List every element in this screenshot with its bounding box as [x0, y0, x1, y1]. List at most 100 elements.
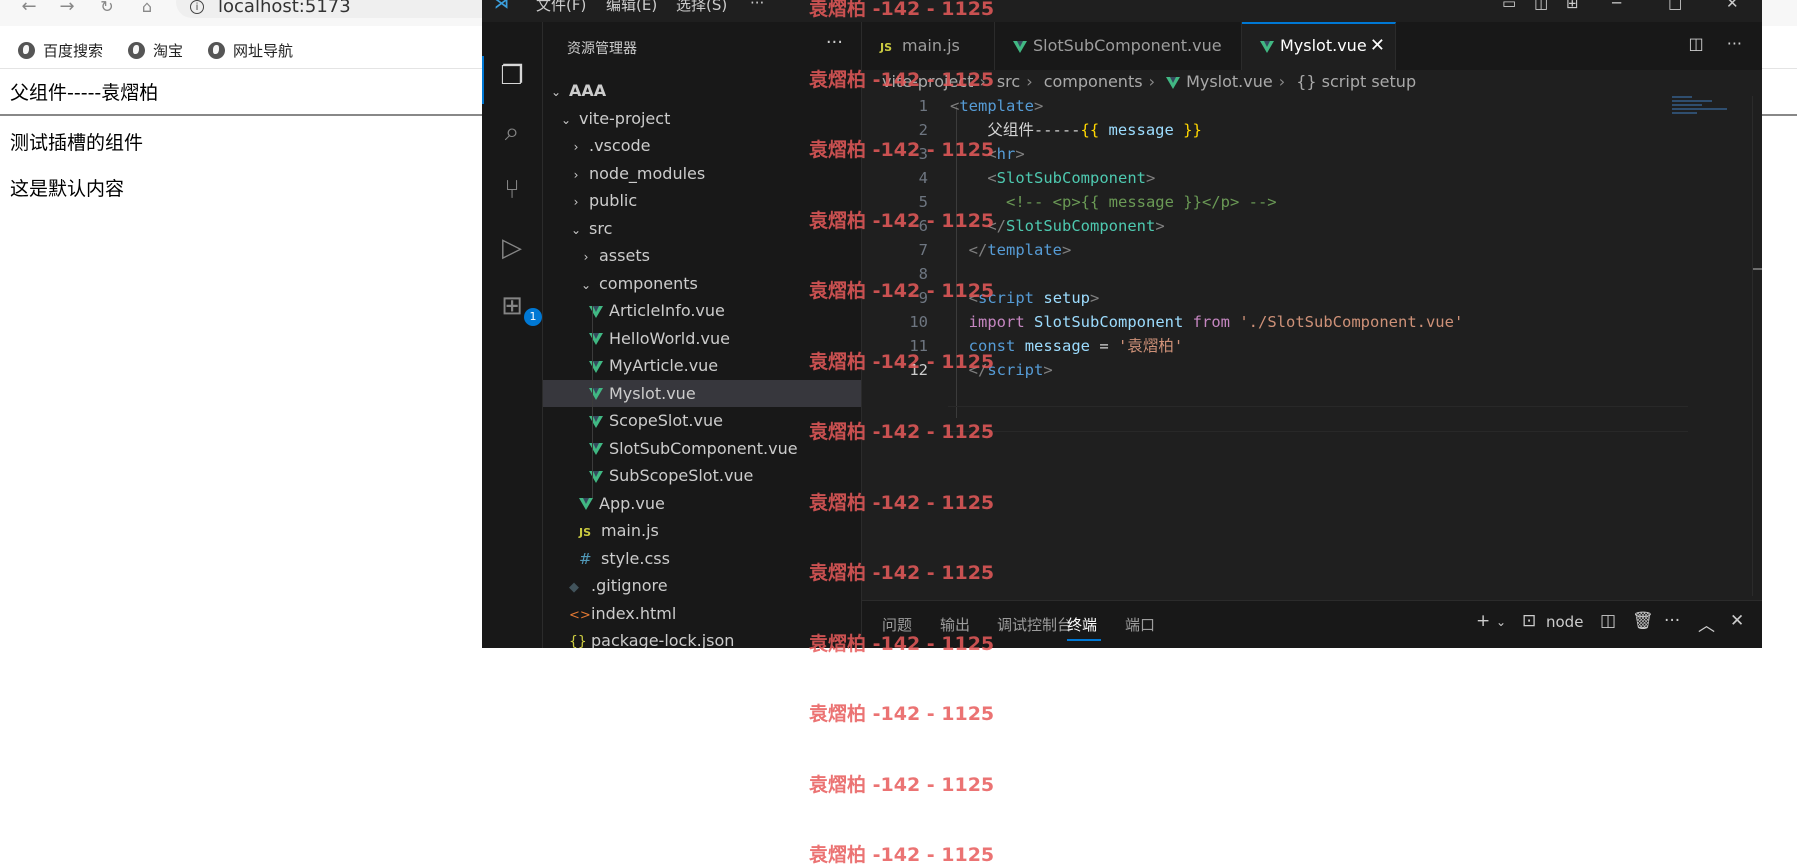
- maximize-icon[interactable]: □: [1668, 0, 1682, 12]
- panel-tab-terminal[interactable]: 终端: [1067, 614, 1097, 635]
- slot-title-text: 测试插槽的组件: [10, 132, 144, 154]
- close-panel-icon[interactable]: ✕: [1730, 611, 1744, 631]
- new-terminal-icon[interactable]: +: [1476, 611, 1490, 631]
- breadcrumb-item[interactable]: Myslot.vue: [1186, 72, 1273, 91]
- search-icon[interactable]: ⌕: [494, 114, 530, 150]
- code-text: </template>: [968, 241, 1072, 259]
- bookmark-nav[interactable]: 网址导航: [208, 40, 293, 61]
- address-bar[interactable]: i localhost:5173: [176, 0, 526, 18]
- info-icon[interactable]: i: [190, 0, 204, 14]
- close-window-icon[interactable]: ✕: [1726, 0, 1739, 12]
- watermark-text: 袁熠柏 -142 - 1125: [809, 139, 995, 161]
- panel-tab-ports[interactable]: 端口: [1125, 614, 1155, 635]
- chevron-right-icon: ›: [573, 195, 579, 209]
- tab-label: SlotSubComponent.vue: [1033, 36, 1222, 55]
- editor-actions: ◫ ···: [1689, 34, 1742, 53]
- tab-main-js[interactable]: JS main.js: [862, 22, 995, 70]
- breadcrumb-item[interactable]: script setup: [1322, 72, 1416, 91]
- run-debug-icon[interactable]: ▷: [494, 230, 530, 266]
- git-icon: ◆: [569, 580, 579, 595]
- tree-item-label: ArticleInfo.vue: [609, 301, 725, 320]
- split-terminal-icon[interactable]: ◫: [1600, 611, 1616, 631]
- css-icon: #: [579, 549, 592, 568]
- terminal-icon: ⊡: [1522, 611, 1537, 631]
- activity-bar: ❐ ⌕ ⑂ ▷ ⊞ 1: [482, 22, 543, 648]
- extensions-badge: 1: [524, 308, 542, 326]
- terminal-name[interactable]: node: [1546, 613, 1583, 631]
- tree-item[interactable]: Myslot.vue: [543, 379, 861, 407]
- watermark-text: 袁熠柏 -142 - 1125: [809, 703, 995, 725]
- minimap[interactable]: [1672, 96, 1742, 136]
- tree-item[interactable]: JS main.js: [543, 517, 861, 544]
- home-icon[interactable]: ⌂: [136, 0, 158, 20]
- chevron-down-icon: ⌄: [580, 277, 592, 292]
- vue-icon: [1260, 40, 1274, 53]
- editor-scrollbar[interactable]: [1752, 96, 1762, 596]
- breadcrumb-item[interactable]: components: [1044, 72, 1143, 91]
- extensions-icon[interactable]: ⊞ 1: [494, 288, 542, 326]
- vscode-titlebar: ⋊ 文件(F) 编辑(E) 选择(S) ··· ▭ ◫ ⊞ ─ □ ✕: [482, 0, 1762, 22]
- panel-tab-debug-console[interactable]: 调试控制台: [997, 614, 1072, 635]
- menu-more[interactable]: ···: [750, 0, 764, 12]
- explorer-more-icon[interactable]: ···: [826, 32, 843, 53]
- tree-item-label: Myslot.vue: [609, 383, 696, 403]
- tree-item[interactable]: <>index.html: [543, 600, 861, 627]
- maximize-panel-icon[interactable]: ︿: [1698, 611, 1715, 636]
- page-heading: 父组件-----袁熠柏: [10, 82, 159, 104]
- braces-icon: {}: [1296, 72, 1317, 91]
- toggle-sidebar-icon[interactable]: ▭: [1502, 0, 1516, 12]
- trash-icon[interactable]: 🗑: [1632, 611, 1654, 631]
- minimize-icon[interactable]: ─: [1612, 0, 1621, 12]
- globe-icon: [208, 42, 225, 59]
- line-number: 4: [918, 169, 928, 187]
- code-text: <SlotSubComponent>: [987, 169, 1156, 187]
- watermark-text: 袁熠柏 -142 - 1125: [809, 280, 995, 302]
- tree-item[interactable]: › assets: [543, 242, 861, 269]
- tab-myslot[interactable]: Myslot.vue ✕: [1242, 22, 1396, 70]
- editor-more-icon[interactable]: ···: [1727, 34, 1742, 53]
- menu-file[interactable]: 文件(F): [536, 0, 586, 15]
- tree-item[interactable]: SubScopeSlot.vue: [543, 462, 861, 489]
- reload-icon[interactable]: ↻: [96, 0, 118, 20]
- breadcrumb-item[interactable]: src: [997, 72, 1020, 91]
- chevron-down-icon[interactable]: ⌄: [1496, 615, 1506, 629]
- forward-arrow-icon[interactable]: →: [56, 0, 78, 20]
- watermark-text: 袁熠柏 -142 - 1125: [809, 421, 995, 443]
- close-tab-icon[interactable]: ✕: [1370, 24, 1385, 68]
- menu-select[interactable]: 选择(S): [676, 0, 727, 15]
- tree-item-label: SlotSubComponent.vue: [609, 438, 798, 458]
- layout-icon[interactable]: ⊞: [1566, 0, 1579, 12]
- tree-item[interactable]: ⌄ vite-project: [543, 105, 861, 132]
- toggle-panel-icon[interactable]: ◫: [1534, 0, 1548, 12]
- code-editor[interactable]: 1 <template> 2 父组件-----{{ message }} 3 <hr>…: [862, 94, 1690, 594]
- split-editor-icon[interactable]: ◫: [1689, 34, 1704, 53]
- tab-label: Myslot.vue: [1280, 36, 1367, 55]
- url-text[interactable]: localhost:5173: [218, 0, 351, 16]
- editor-tabs: JS main.js SlotSubComponent.vue Myslot.vu…: [862, 22, 1762, 70]
- code-text: <!-- <p>{{ message }}</p> -->: [1006, 193, 1277, 211]
- tab-slotsubcomponent[interactable]: SlotSubComponent.vue: [995, 22, 1242, 70]
- page-content: 父组件-----袁熠柏: [10, 78, 158, 105]
- chevron-right-icon: ›: [573, 167, 579, 182]
- tree-item-label: AAA: [569, 81, 607, 100]
- chevron-down-icon: ⌄: [550, 85, 562, 99]
- panel-more-icon[interactable]: ···: [1664, 611, 1680, 631]
- chevron-down-icon: ⌄: [570, 222, 582, 237]
- tree-item-label: index.html: [591, 603, 677, 623]
- source-control-icon[interactable]: ⑂: [494, 172, 530, 208]
- watermark-text: 袁熠柏 -142 - 1125: [809, 350, 995, 373]
- explorer-icon[interactable]: ❐: [494, 58, 530, 94]
- tree-item-label: main.js: [601, 521, 659, 540]
- back-arrow-icon[interactable]: ←: [18, 0, 40, 20]
- tree-item-label: vite-project: [579, 108, 671, 128]
- tree-item-label: SubScopeSlot.vue: [609, 466, 754, 485]
- watermark-text: 袁熠柏 -142 - 1125: [809, 773, 995, 796]
- tree-item-label: MyArticle.vue: [609, 356, 719, 375]
- code-line: 1 <template>: [862, 94, 1690, 118]
- vue-icon: [1166, 76, 1181, 89]
- tree-item[interactable]: › node_modules: [543, 160, 861, 187]
- menu-edit[interactable]: 编辑(E): [606, 0, 657, 15]
- bookmark-baidu[interactable]: 百度搜索: [18, 40, 103, 61]
- bookmark-taobao[interactable]: 淘宝: [128, 40, 183, 61]
- watermark-text: 袁熠柏 -142 - 1125: [809, 491, 995, 514]
